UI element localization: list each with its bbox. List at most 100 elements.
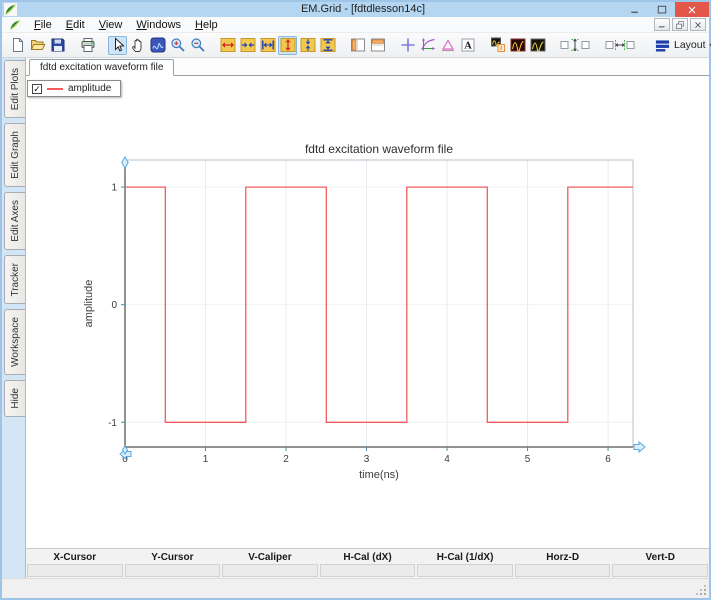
readout-header-vert-d: Vert-D	[645, 551, 675, 563]
readout-header-horz-d: Horz-D	[546, 551, 580, 563]
split-horizontal-button[interactable]	[368, 36, 387, 55]
text-annotation-icon: A	[461, 38, 474, 52]
zoom-in-button[interactable]	[168, 36, 187, 55]
svg-text:A: A	[463, 41, 472, 52]
caliper-triangle-button[interactable]	[438, 36, 457, 55]
fit-vertical-icon	[320, 38, 335, 52]
fit-view-button[interactable]	[148, 36, 167, 55]
content-area: Edit Plots Edit Graph Edit Axes Tracker Work…	[2, 58, 709, 578]
readout-value	[27, 564, 123, 577]
plot-dark-red-button[interactable]	[508, 36, 527, 55]
zoom-out-button[interactable]	[188, 36, 207, 55]
readout-value	[222, 564, 318, 577]
menu-view[interactable]: View	[92, 19, 130, 31]
close-button[interactable]	[675, 2, 709, 17]
menu-windows[interactable]: Windows	[129, 19, 188, 31]
crosshair-button[interactable]	[398, 36, 417, 55]
window-title: EM.Grid - [fdtdlesson14c]	[300, 3, 426, 15]
svg-text:time(ns): time(ns)	[359, 469, 399, 481]
toolbar-group	[8, 36, 68, 55]
crosshair-icon	[401, 38, 414, 52]
app-logo-icon	[4, 3, 17, 16]
readout-value	[319, 564, 416, 577]
readout-value	[612, 564, 709, 577]
title-bar: EM.Grid - [fdtdlesson14c]	[2, 2, 709, 17]
readout-cells	[26, 564, 709, 577]
compress-horizontal-button[interactable]	[238, 36, 257, 55]
tab-fdtd-excitation-waveform-file[interactable]: fdtd excitation waveform file	[29, 59, 175, 76]
toolbar-group	[108, 35, 208, 55]
compress-vertical-button[interactable]	[298, 36, 317, 55]
svg-text:5: 5	[525, 454, 531, 465]
new-document-button[interactable]	[8, 36, 27, 55]
side-tab-workspace[interactable]: Workspace	[4, 309, 25, 376]
side-tab-hide[interactable]: Hide	[4, 380, 25, 417]
fit-vertical-button[interactable]	[318, 36, 337, 55]
side-tab-tracker[interactable]: Tracker	[4, 254, 25, 305]
align-horizontal-icon	[605, 40, 635, 50]
save-button[interactable]	[48, 36, 67, 55]
readout-headers: X-Cursor Y-Cursor V-Caliper H-Cal (dX) H-Cal…	[26, 550, 709, 564]
svg-text:6: 6	[605, 454, 611, 465]
mdi-restore-button[interactable]	[672, 18, 688, 31]
open-file-button[interactable]	[28, 36, 47, 55]
readout-header-x-cursor: X-Cursor	[53, 551, 97, 563]
pan-hand-button[interactable]	[128, 36, 147, 55]
caliper-triangle-icon	[441, 39, 454, 51]
resize-grip[interactable]	[704, 593, 706, 595]
zoom-in-icon	[170, 38, 185, 52]
restore-icon	[676, 20, 684, 29]
align-horizontal-button[interactable]	[603, 36, 637, 55]
minimize-button[interactable]	[621, 2, 648, 17]
side-tab-strip: Edit Plots Edit Graph Edit Axes Tracker Work…	[2, 58, 26, 578]
mdi-close-button[interactable]	[690, 18, 706, 31]
maximize-icon	[657, 5, 666, 13]
fit-horizontal-icon	[260, 38, 275, 52]
align-vertical-button[interactable]	[558, 36, 592, 55]
menu-bar: File Edit View Windows Help	[2, 17, 709, 33]
side-tab-edit-plots[interactable]: Edit Plots	[4, 60, 25, 119]
plot-legend: ✓ amplitude	[27, 80, 122, 97]
menu-help[interactable]: Help	[188, 19, 225, 31]
plot-dark-yellow-icon	[530, 38, 545, 52]
fit-view-icon	[150, 37, 165, 53]
expand-vertical-button[interactable]	[278, 35, 297, 55]
cursor-readout-bar: X-Cursor Y-Cursor V-Caliper H-Cal (dX) H-Cal…	[26, 548, 709, 578]
plot-dark-yellow-button[interactable]	[528, 36, 547, 55]
readout-value	[124, 564, 221, 577]
maximize-button[interactable]	[648, 2, 675, 17]
svg-text:fdtd excitation waveform file: fdtd excitation waveform file	[305, 142, 453, 156]
svg-text:4: 4	[444, 454, 450, 465]
layout-button[interactable]: Layout▾	[648, 36, 711, 55]
select-arrow-button[interactable]	[108, 35, 127, 55]
print-button[interactable]	[78, 36, 97, 55]
toolbar-group	[78, 36, 98, 55]
expand-vertical-icon	[280, 38, 295, 52]
toolbar-group	[218, 35, 338, 55]
zoom-out-icon	[190, 38, 205, 52]
side-tab-edit-graph[interactable]: Edit Graph	[4, 123, 25, 188]
window-controls	[621, 2, 709, 17]
tracker-button[interactable]	[418, 36, 437, 55]
toolbar-group	[348, 36, 388, 55]
split-vertical-icon	[350, 38, 365, 52]
fit-horizontal-button[interactable]	[258, 36, 277, 55]
waveform-chart[interactable]: 0 1 2 3 4 5 6-101fdtd excitation waveform file…	[26, 76, 709, 548]
mdi-minimize-button[interactable]	[654, 18, 670, 31]
side-tab-edit-axes[interactable]: Edit Axes	[4, 192, 25, 250]
readout-header-v-caliper: V-Caliper	[248, 551, 292, 563]
align-vertical-icon	[560, 38, 590, 52]
split-vertical-button[interactable]	[348, 36, 367, 55]
expand-horizontal-button[interactable]	[218, 36, 237, 55]
copy-plot-button[interactable]	[488, 36, 507, 55]
menu-items: File Edit View Windows Help	[27, 19, 225, 31]
open-file-icon	[30, 40, 45, 50]
readout-header-h-cal-1-dx-: H-Cal (1/dX)	[436, 551, 494, 563]
readout-value	[514, 564, 611, 577]
menu-edit[interactable]: Edit	[59, 19, 92, 31]
new-document-icon	[12, 38, 23, 52]
legend-checkbox[interactable]: ✓	[32, 83, 42, 94]
tracker-icon	[420, 38, 435, 51]
menu-file[interactable]: File	[27, 19, 59, 31]
text-annotation-button[interactable]: A	[458, 36, 477, 55]
